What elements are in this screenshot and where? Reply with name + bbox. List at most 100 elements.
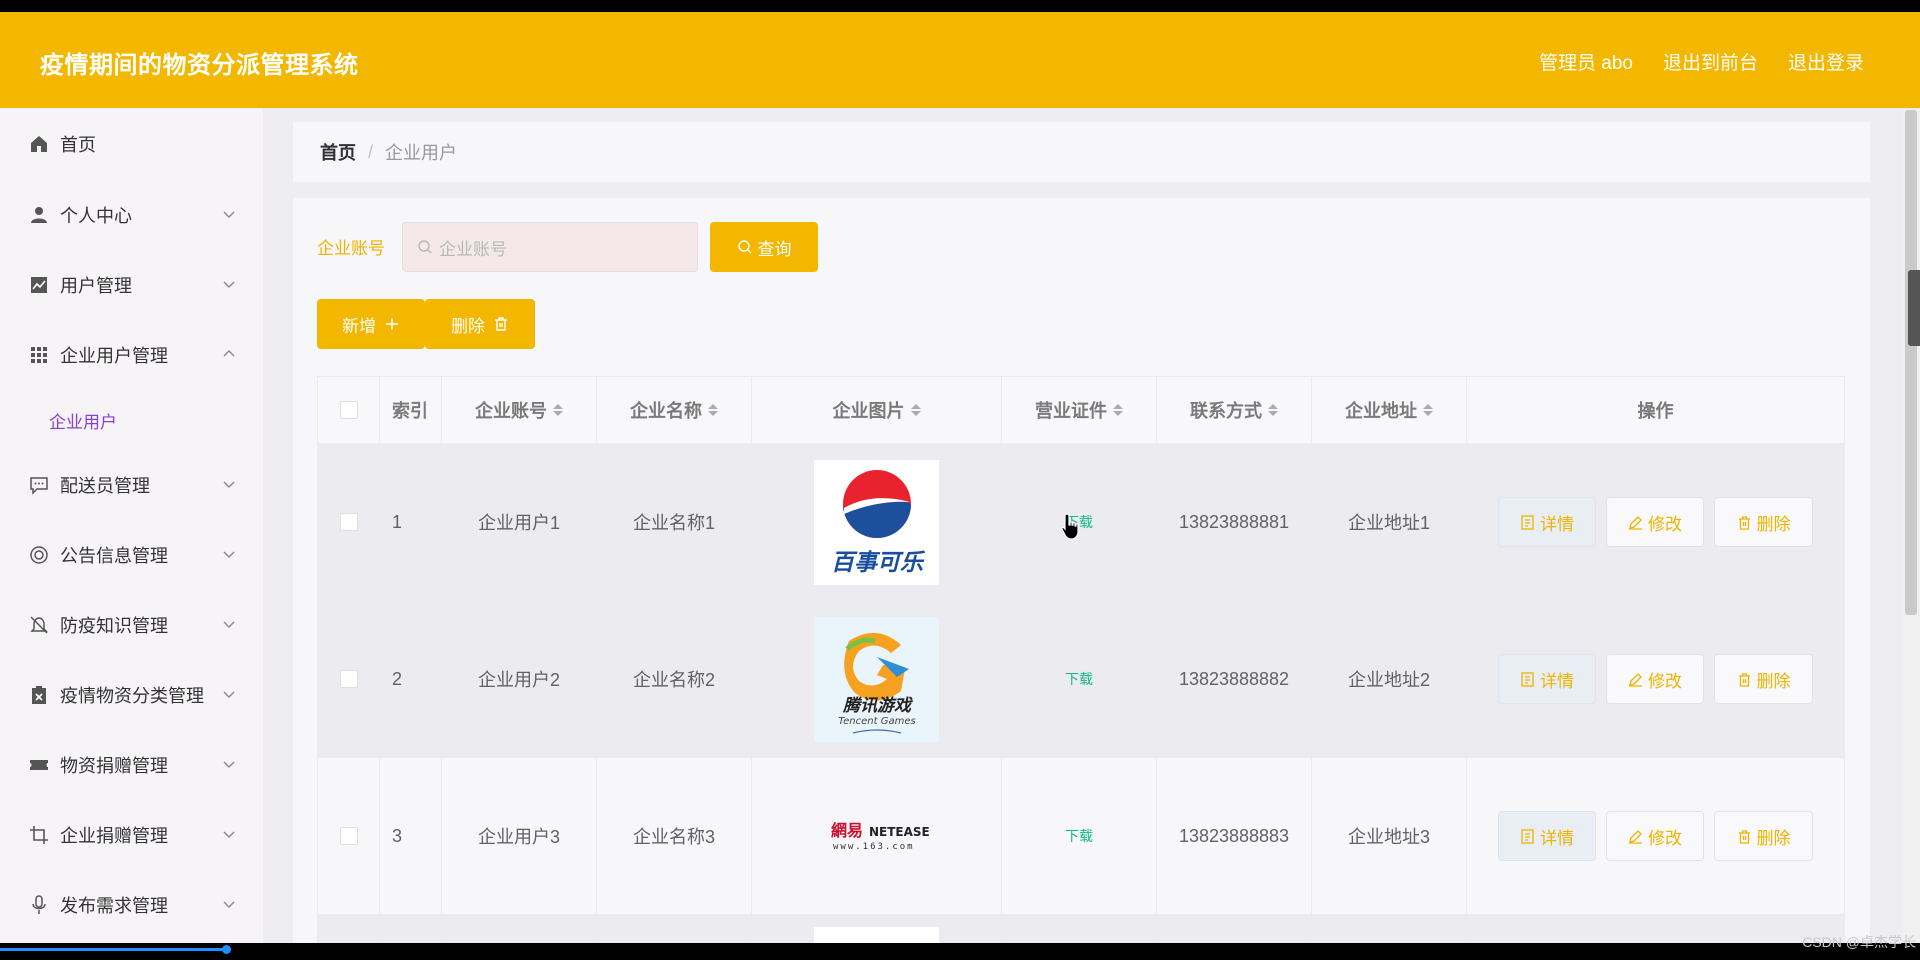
sort-icon[interactable] <box>1113 404 1123 416</box>
download-link[interactable]: 下载 <box>1065 669 1093 689</box>
sidebar-item-couriers[interactable]: 配送员管理 <box>0 450 263 520</box>
row-index <box>380 915 442 943</box>
pencil-icon <box>1629 672 1642 687</box>
screen-top-bar <box>0 0 1920 12</box>
netease-logo[interactable]: 網易 NETEASE www.163.com <box>814 774 939 899</box>
row-actions: 详情 修改 删除 <box>1467 444 1844 600</box>
home-icon <box>28 133 50 155</box>
delete-button[interactable]: 删除 <box>1714 654 1813 704</box>
page-scrollbar-thumb[interactable] <box>1905 110 1917 615</box>
add-button[interactable]: 新增 <box>317 299 425 349</box>
column-header-account[interactable]: 企业账号 <box>442 377 597 443</box>
row-actions: 详情 修改 删除 <box>1467 601 1844 757</box>
sidebar-item-demand-publish[interactable]: 发布需求管理 <box>0 870 263 940</box>
batch-delete-button[interactable]: 删除 <box>425 299 535 349</box>
download-link[interactable]: 下载 <box>1065 826 1093 846</box>
row-actions <box>1467 915 1844 943</box>
tencent-games-logo[interactable]: 腾讯游戏 Tencent Games <box>814 616 939 742</box>
list-panel: 企业账号 企业账号 查询 新增 删除 索引 企业账号 企业名称 企业图片 营业证… <box>293 198 1870 943</box>
row-checkbox[interactable] <box>339 513 358 531</box>
back-to-front-link[interactable]: 退出到前台 <box>1663 48 1758 75</box>
row-actions: 详情 修改 删除 <box>1467 758 1844 914</box>
column-header-image[interactable]: 企业图片 <box>752 377 1002 443</box>
microphone-icon <box>28 894 50 916</box>
search-label: 企业账号 <box>317 239 385 258</box>
sidebar-item-label: 公告信息管理 <box>60 546 168 566</box>
sidebar-item-supply-categories[interactable]: 疫情物资分类管理 <box>0 660 263 730</box>
column-header-license[interactable]: 营业证件 <box>1002 377 1157 443</box>
sidebar-item-profile[interactable]: 个人中心 <box>0 180 263 250</box>
column-label: 企业图片 <box>832 401 905 421</box>
row-phone: 13823888883 <box>1157 758 1312 914</box>
column-label: 企业地址 <box>1345 401 1417 421</box>
column-label: 操作 <box>1637 401 1674 421</box>
sidebar-item-announcements[interactable]: 公告信息管理 <box>0 520 263 590</box>
delete-label: 删除 <box>1756 671 1791 691</box>
tencent-logo-sub: Tencent Games <box>838 716 915 727</box>
row-name: 企业名称3 <box>597 758 752 914</box>
edit-button[interactable]: 修改 <box>1606 654 1704 704</box>
delete-button[interactable]: 删除 <box>1714 497 1813 547</box>
row-checkbox[interactable] <box>339 670 358 688</box>
row-account: 企业用户1 <box>442 444 597 600</box>
sidebar-item-supply-donations[interactable]: 物资捐赠管理 <box>0 730 263 800</box>
pencil-icon <box>1629 829 1642 844</box>
search-input[interactable]: 企业账号 <box>402 222 698 272</box>
select-all-checkbox[interactable] <box>339 401 358 419</box>
search-button-label: 查询 <box>757 239 792 259</box>
crop-icon <box>28 824 50 846</box>
edit-button[interactable]: 修改 <box>1606 811 1704 861</box>
sidebar-item-home[interactable]: 首页 <box>0 108 263 180</box>
select-all-cell <box>318 377 380 443</box>
row-select-cell <box>318 915 380 943</box>
column-header-phone[interactable]: 联系方式 <box>1157 377 1312 443</box>
table-row: 2 企业用户2 企业名称2 腾讯游戏 Tencent Games 下载 1382… <box>317 601 1845 758</box>
app-header: 疫情期间的物资分派管理系统 管理员 abo 退出到前台 退出登录 <box>0 12 1920 108</box>
side-widget[interactable] <box>1908 270 1920 346</box>
detail-button[interactable]: 详情 <box>1498 654 1596 704</box>
detail-button[interactable]: 详情 <box>1498 497 1596 547</box>
sort-icon[interactable] <box>1423 404 1433 416</box>
column-header-address[interactable]: 企业地址 <box>1312 377 1467 443</box>
logo-image[interactable] <box>814 927 939 943</box>
video-progress-bar[interactable] <box>0 948 228 951</box>
pepsi-logo-text: 百事可乐 <box>831 550 926 576</box>
breadcrumb-home[interactable]: 首页 <box>320 139 356 165</box>
pepsi-logo[interactable]: 百事可乐 <box>814 459 939 585</box>
main-content: 首页 / 企业用户 企业账号 企业账号 查询 新增 删除 索引 企业账号 企业名… <box>263 108 1903 943</box>
submenu-item-enterprise-user[interactable]: 企业用户 <box>0 390 263 450</box>
logout-link[interactable]: 退出登录 <box>1788 48 1864 75</box>
row-account: 企业用户2 <box>442 601 597 757</box>
detail-label: 详情 <box>1540 671 1574 691</box>
row-select-cell <box>318 444 380 600</box>
delete-button[interactable]: 删除 <box>1714 811 1813 861</box>
sidebar-item-enterprise-users[interactable]: 企业用户管理 <box>0 320 263 390</box>
chart-icon <box>28 274 50 296</box>
lifebuoy-icon <box>28 544 50 566</box>
row-select-cell <box>318 601 380 757</box>
column-header-name[interactable]: 企业名称 <box>597 377 752 443</box>
edit-label: 修改 <box>1648 828 1682 848</box>
sidebar-item-enterprise-donations[interactable]: 企业捐赠管理 <box>0 800 263 870</box>
sort-icon[interactable] <box>553 404 563 416</box>
detail-button[interactable]: 详情 <box>1498 811 1596 861</box>
row-license <box>1002 915 1157 943</box>
netease-logo-brand: NETEASE <box>869 825 930 839</box>
sort-icon[interactable] <box>1268 404 1278 416</box>
sidebar-item-users[interactable]: 用户管理 <box>0 250 263 320</box>
sidebar-item-label: 个人中心 <box>60 206 132 226</box>
table-header: 索引 企业账号 企业名称 企业图片 营业证件 联系方式 企业地址 操作 <box>317 376 1845 444</box>
sidebar-item-epidemic-knowledge[interactable]: 防疫知识管理 <box>0 590 263 660</box>
row-checkbox[interactable] <box>339 827 358 845</box>
chevron-down-icon <box>223 691 235 698</box>
row-phone: 13823888881 <box>1157 444 1312 600</box>
edit-button[interactable]: 修改 <box>1606 497 1704 547</box>
enterprise-user-table: 索引 企业账号 企业名称 企业图片 营业证件 联系方式 企业地址 操作 1 企业… <box>317 376 1845 943</box>
column-label: 营业证件 <box>1035 401 1107 421</box>
sort-icon[interactable] <box>708 404 718 416</box>
sort-icon[interactable] <box>910 404 921 416</box>
search-button[interactable]: 查询 <box>710 222 818 272</box>
edit-label: 修改 <box>1648 671 1682 691</box>
row-select-cell <box>318 758 380 914</box>
video-progress-handle[interactable] <box>222 945 231 954</box>
